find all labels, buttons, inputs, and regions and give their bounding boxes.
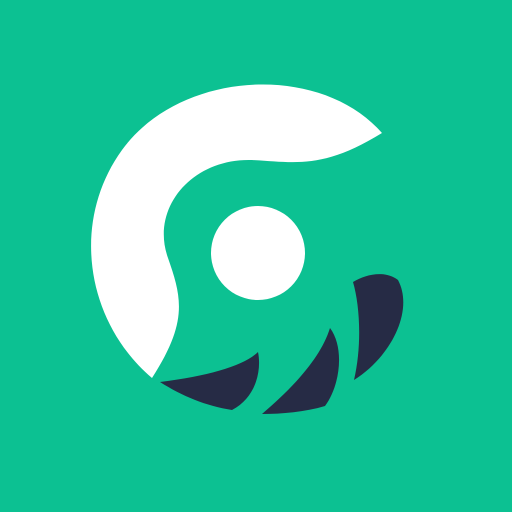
center-dot (211, 206, 305, 300)
app-icon-canvas (0, 0, 512, 512)
swirl-logo-icon (0, 0, 512, 512)
